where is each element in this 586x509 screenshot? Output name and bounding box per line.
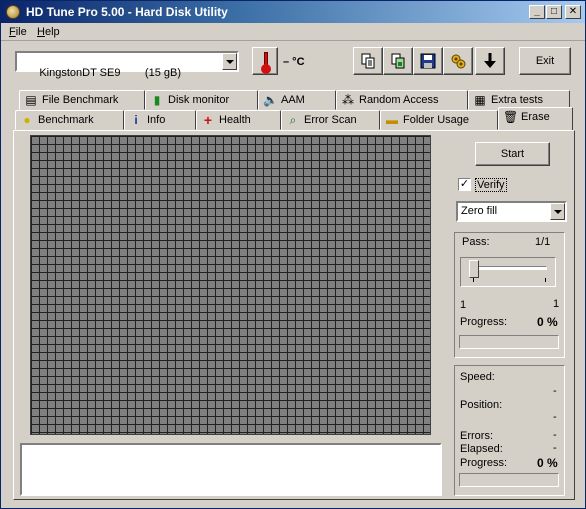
download-button[interactable] [475, 47, 505, 75]
chevron-down-icon[interactable] [222, 53, 237, 70]
slider-tick [473, 278, 474, 282]
elapsed-value: - [553, 442, 557, 454]
close-button[interactable]: ✕ [565, 5, 581, 19]
tab-label: Erase [521, 111, 550, 123]
verify-checkbox[interactable]: ✓ [458, 178, 471, 191]
options-button[interactable] [443, 47, 473, 75]
tab-label: Disk monitor [168, 94, 230, 106]
tab-file-benchmark[interactable]: ▤ File Benchmark [19, 90, 145, 110]
tab-info[interactable]: i Info [124, 110, 196, 130]
window-title: HD Tune Pro 5.00 - Hard Disk Utility [26, 5, 228, 19]
maximize-button[interactable]: □ [546, 5, 562, 19]
app-window: HD Tune Pro 5.00 - Hard Disk Utility _ □… [0, 0, 586, 509]
copy-screenshot-icon [391, 53, 405, 69]
block-map [30, 135, 431, 435]
tab-benchmark[interactable]: ● Benchmark [15, 110, 124, 130]
chevron-down-icon[interactable] [550, 203, 565, 220]
temperature-button[interactable] [252, 47, 278, 75]
total-progress-label: Progress: [460, 457, 508, 469]
pass-label: Pass: [462, 236, 490, 248]
tab-folder-usage[interactable]: ▬ Folder Usage [380, 110, 498, 130]
tab-aam[interactable]: 🔈 AAM [258, 90, 336, 110]
copy-text-button[interactable] [353, 47, 383, 75]
pass-progress-label: Progress: [460, 316, 508, 328]
errors-label: Errors: [460, 430, 493, 442]
temperature-readout: – °C [283, 56, 305, 68]
health-cross-icon: + [203, 112, 213, 128]
total-progress-value: 0 % [537, 456, 558, 470]
elapsed-label: Elapsed: [460, 443, 503, 455]
tab-label: Folder Usage [403, 114, 470, 126]
file-benchmark-icon: ▤ [25, 93, 37, 107]
speaker-icon: 🔈 [263, 93, 278, 107]
tab-random-access[interactable]: ⁂ Random Access [336, 90, 468, 110]
erase-method-select[interactable]: Zero fill [456, 201, 567, 222]
slider-thumb[interactable] [469, 260, 479, 278]
title-bar[interactable]: HD Tune Pro 5.00 - Hard Disk Utility _ □… [1, 1, 585, 23]
copy-screenshot-button[interactable] [383, 47, 413, 75]
tab-label: AAM [281, 94, 305, 106]
menu-file[interactable]: File [9, 26, 27, 38]
extra-tests-icon: ▦ [474, 93, 486, 107]
drive-select-value: KingstonDT SE9 (15 gB) [39, 67, 181, 79]
tab-label: Error Scan [304, 114, 357, 126]
tab-label: Health [219, 114, 251, 126]
speed-label: Speed: [460, 371, 495, 383]
menu-help[interactable]: Help [37, 26, 60, 38]
position-value: - [553, 411, 557, 423]
menu-bar: File Help [1, 23, 585, 41]
folder-icon: ▬ [386, 113, 398, 127]
log-box[interactable] [20, 443, 442, 496]
tab-health[interactable]: + Health [196, 110, 281, 130]
magnifier-icon: ⌕ [289, 113, 297, 127]
slider-track [469, 266, 547, 270]
tab-label: File Benchmark [42, 94, 119, 106]
app-icon[interactable] [6, 5, 20, 19]
save-button[interactable] [413, 47, 443, 75]
tab-label: Benchmark [38, 114, 94, 126]
pass-progress-value: 0 % [537, 315, 558, 329]
trash-icon: 🗑 [503, 110, 519, 124]
lightbulb-icon: ● [23, 113, 31, 127]
options-icon [451, 54, 466, 69]
disk-monitor-icon: ▮ [153, 93, 161, 107]
toolbar: KingstonDT SE9 (15 gB) – °C Exit [1, 41, 585, 83]
erase-method-value: Zero fill [461, 205, 498, 217]
tab-row-bottom: ● Benchmark i Info + Health ⌕ Error Scan… [15, 107, 575, 130]
tab-erase[interactable]: 🗑 Erase [498, 107, 573, 130]
pass-max: 1 [553, 298, 560, 310]
thermometer-bulb [261, 64, 271, 74]
info-icon: i [134, 113, 138, 127]
download-icon [484, 53, 496, 68]
tab-disk-monitor[interactable]: ▮ Disk monitor [145, 90, 258, 110]
total-progress-bar [459, 473, 559, 487]
save-icon [420, 53, 436, 69]
pass-slider[interactable] [460, 257, 556, 287]
pass-progress-bar [459, 335, 559, 349]
pass-min: 1 [460, 299, 467, 311]
speed-value: - [553, 385, 557, 397]
errors-value: - [553, 429, 557, 441]
random-access-icon: ⁂ [342, 93, 354, 107]
slider-tick [545, 278, 546, 282]
verify-label[interactable]: Verify [475, 178, 507, 192]
position-label: Position: [460, 399, 503, 411]
tab-label: Random Access [359, 94, 439, 106]
minimize-button[interactable]: _ [529, 5, 545, 19]
copy-text-icon [361, 53, 375, 69]
tab-label: Extra tests [491, 94, 543, 106]
tab-error-scan[interactable]: ⌕ Error Scan [281, 110, 380, 130]
exit-button[interactable]: Exit [519, 47, 571, 75]
pass-value: 1/1 [535, 236, 551, 248]
tab-label: Info [147, 114, 166, 126]
tab-row-top: ▤ File Benchmark ▮ Disk monitor 🔈 AAM ⁂ … [15, 90, 575, 110]
start-button[interactable]: Start [475, 142, 550, 166]
drive-select[interactable]: KingstonDT SE9 (15 gB) [15, 51, 239, 79]
